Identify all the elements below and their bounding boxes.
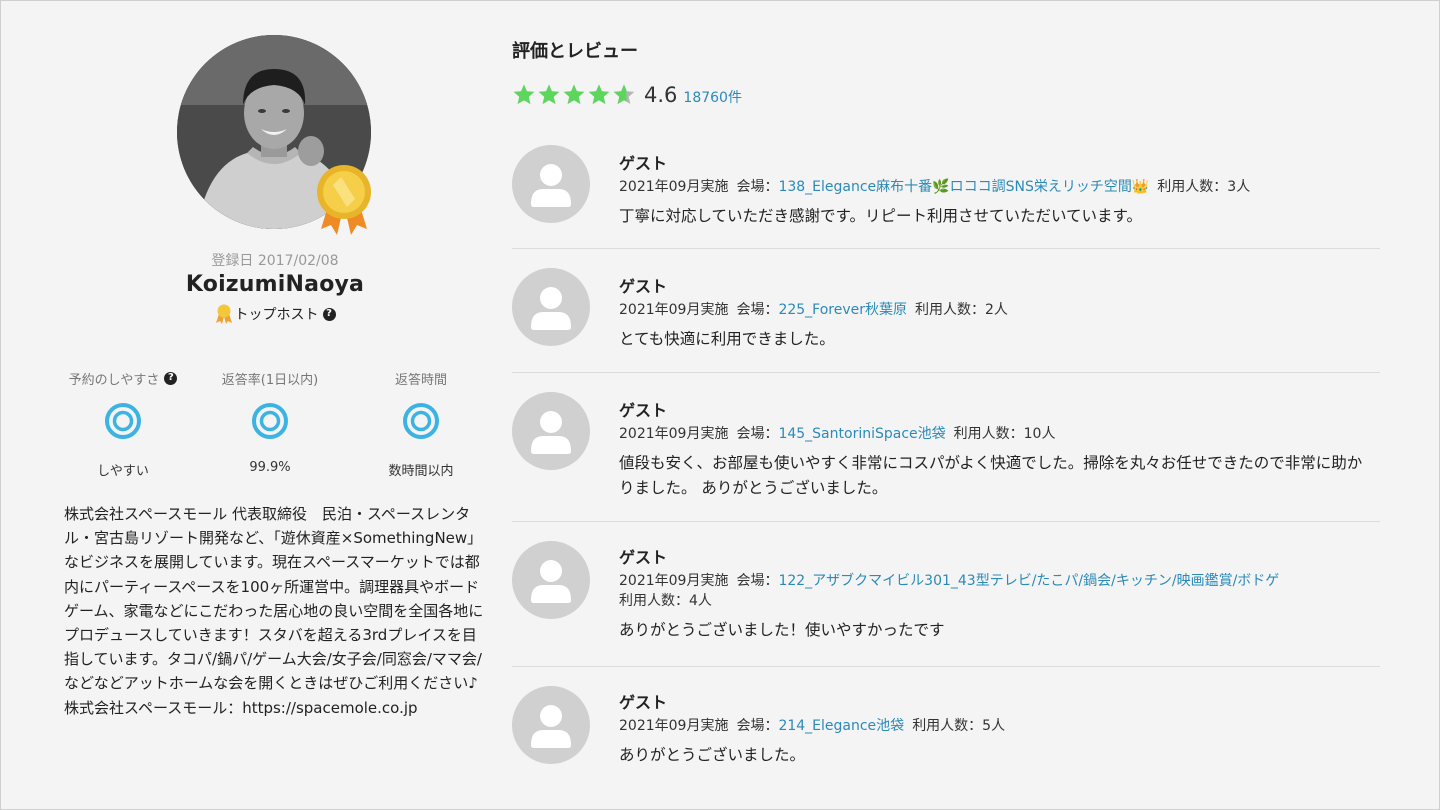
reviewer-name: ゲスト <box>619 277 668 296</box>
star-icon <box>588 84 610 104</box>
review-item: ゲスト 2021年09月実施 会場：122_アザブクマイビル301_43型テレビ/… <box>512 522 1380 667</box>
review-meta: 2021年09月実施 会場：214_Elegance池袋 利用人数：5人 <box>619 716 1374 736</box>
review-date: 2021年09月実施 <box>619 573 729 589</box>
section-title: 評価とレビュー <box>512 41 638 62</box>
reviewer-name: ゲスト <box>619 548 668 567</box>
badge-label: トップホスト <box>234 307 319 323</box>
host-avatar-wrap <box>177 35 373 235</box>
star-icon <box>513 84 535 104</box>
guest-count: 利用人数：3人 <box>1157 179 1251 195</box>
venue-link[interactable]: 122_アザブクマイビル301_43型テレビ/たこパ/鍋会/キッチン/映画鑑賞/… <box>778 573 1279 589</box>
host-bio: 株式会社スペースモール 代表取締役 民泊・スペースレンタル・宮古島リゾート開発な… <box>64 505 484 717</box>
star-icon <box>563 84 585 104</box>
guest-count: 利用人数：5人 <box>912 718 1006 734</box>
review-text: ありがとうございました！使いやすかったです <box>619 621 945 639</box>
reviewer-name: ゲスト <box>619 154 668 173</box>
top-host-badge: トップホスト ? <box>40 304 510 324</box>
reviewer-avatar <box>512 145 590 223</box>
review-date: 2021年09月実施 <box>619 426 729 442</box>
ring-rating-icon <box>252 403 288 439</box>
reviewer-avatar <box>512 541 590 619</box>
review-date: 2021年09月実施 <box>619 302 729 318</box>
host-profile: 登録日 2017/02/08 KoizumiNaoya トップホスト ? 予約の… <box>40 0 510 810</box>
venue-link[interactable]: 214_Elegance池袋 <box>778 718 904 734</box>
stat-value: 99.9% <box>249 460 291 475</box>
venue-label: 会場： <box>736 179 779 195</box>
user-silhouette-icon <box>531 705 571 748</box>
review-text: とても快適に利用できました。 <box>619 330 835 348</box>
venue-link[interactable]: 225_Forever秋葉原 <box>778 302 907 318</box>
user-silhouette-icon <box>531 164 571 207</box>
guest-count: 利用人数：2人 <box>915 302 1008 318</box>
stat-label: 返答時間 <box>394 372 447 388</box>
question-circle-icon[interactable]: ? <box>164 371 178 385</box>
user-silhouette-icon <box>531 560 571 603</box>
venue-link[interactable]: 145_SantoriniSpace池袋 <box>778 426 945 442</box>
stat-response-rate: 返答率(1日以内) 99.9% <box>197 368 343 476</box>
reviewer-avatar <box>512 392 590 470</box>
review-text: 値段も安く、お部屋も使いやすく非常にコスパがよく快適でした。掃除を丸々お任せでき… <box>619 454 1363 497</box>
venue-label: 会場： <box>736 426 779 442</box>
user-silhouette-icon <box>531 411 571 454</box>
star-icon <box>538 84 560 104</box>
stat-label: 予約のしやすさ <box>68 372 160 388</box>
reviewer-avatar <box>512 268 590 346</box>
star-icon <box>613 84 635 104</box>
stat-response-time: 返答時間 数時間以内 <box>348 368 494 480</box>
overall-rating: 4.6 18760件 <box>512 82 742 108</box>
host-stats: 予約のしやすさ ? しやすい 返答率(1日以内) 99.9% 返答時間 数時間以… <box>50 368 490 479</box>
ring-rating-icon <box>403 403 439 439</box>
reviewer-avatar <box>512 686 590 764</box>
review-item: ゲスト 2021年09月実施 会場：138_Elegance麻布十番🌿ロココ調SN… <box>512 130 1380 249</box>
question-circle-icon[interactable]: ? <box>322 307 336 321</box>
venue-label: 会場： <box>736 718 779 734</box>
review-meta: 2021年09月実施 会場：225_Forever秋葉原 利用人数：2人 <box>619 300 1374 320</box>
user-silhouette-icon <box>531 287 571 330</box>
registration-date: 登録日 2017/02/08 <box>211 253 339 269</box>
stat-value: しやすい <box>97 464 149 479</box>
review-meta: 2021年09月実施 会場：145_SantoriniSpace池袋 利用人数：10… <box>619 424 1374 444</box>
review-text: ありがとうございました。 <box>619 746 806 764</box>
venue-link[interactable]: 138_Elegance麻布十番🌿ロココ調SNS栄えリッチ空間👑 <box>778 179 1149 195</box>
review-date: 2021年09月実施 <box>619 718 729 734</box>
star-rating <box>512 83 636 107</box>
reviews-section: 評価とレビュー 4.6 18760件 ゲスト 2021年09月実施 会場：138_… <box>512 0 1380 810</box>
host-name[interactable]: KoizumiNaoya <box>40 272 510 297</box>
stat-value: 数時間以内 <box>388 464 454 479</box>
medal-icon <box>317 165 371 235</box>
review-item: ゲスト 2021年09月実施 会場：145_SantoriniSpace池袋 利用人… <box>512 373 1380 522</box>
review-item: ゲスト 2021年09月実施 会場：225_Forever秋葉原 利用人数：2人 と… <box>512 249 1380 373</box>
guest-count: 利用人数：4人 <box>619 593 712 609</box>
rating-score: 4.6 <box>644 83 678 107</box>
review-count-link[interactable]: 18760件 <box>683 87 742 107</box>
venue-label: 会場： <box>736 302 779 318</box>
venue-label: 会場： <box>736 573 779 589</box>
ring-rating-icon <box>105 403 141 439</box>
review-date: 2021年09月実施 <box>619 179 729 195</box>
review-item: ゲスト 2021年09月実施 会場：214_Elegance池袋 利用人数：5人 あ… <box>512 667 1380 797</box>
review-meta: 2021年09月実施 会場：138_Elegance麻布十番🌿ロココ調SNS栄えリ… <box>619 177 1374 197</box>
stat-label: 返答率(1日以内) <box>221 372 319 388</box>
guest-count: 利用人数：10人 <box>953 426 1056 442</box>
reviewer-name: ゲスト <box>619 693 668 712</box>
review-meta: 2021年09月実施 会場：122_アザブクマイビル301_43型テレビ/たこパ/… <box>619 571 1374 611</box>
review-text: 丁寧に対応していただき感謝です。リピート利用させていただいています。 <box>619 207 1142 225</box>
award-icon <box>215 304 232 324</box>
stat-booking-ease: 予約のしやすさ ? しやすい <box>50 368 196 479</box>
reviewer-name: ゲスト <box>619 401 668 420</box>
